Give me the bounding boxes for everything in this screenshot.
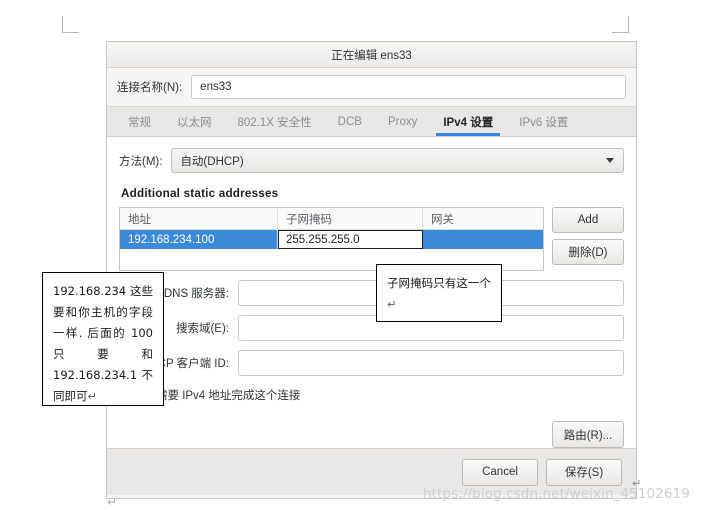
cell-gateway[interactable] [423, 230, 543, 249]
column-header-address: 地址 [120, 208, 278, 229]
csdn-watermark: https://blog.csdn.net/weixin_45102619 [423, 486, 690, 502]
addresses-area: 地址 子网掩码 网关 192.168.234.100 255.255.255.0… [119, 207, 624, 271]
tab-ipv6-settings[interactable]: IPv6 设置 [506, 107, 581, 136]
method-label: 方法(M): [119, 155, 163, 168]
cancel-button[interactable]: Cancel [462, 458, 538, 486]
tab-proxy[interactable]: Proxy [375, 107, 430, 136]
require-ipv4-label: 需要 IPv4 地址完成这个连接 [156, 390, 301, 402]
connection-editor-dialog: 正在编辑 ens33 连接名称(N): ens33 常规 以太网 802.1X … [106, 41, 637, 499]
connection-name-row: 连接名称(N): ens33 [107, 68, 636, 106]
settings-tabbar: 常规 以太网 802.1X 安全性 DCB Proxy IPv4 设置 IPv6… [107, 106, 636, 137]
dialog-body: 连接名称(N): ens33 常规 以太网 802.1X 安全性 DCB Pro… [107, 68, 636, 495]
tab-dcb[interactable]: DCB [325, 107, 375, 136]
dns-servers-row: DNS 服务器: [119, 280, 624, 306]
tab-general[interactable]: 常规 [115, 107, 164, 136]
column-header-netmask: 子网掩码 [278, 208, 423, 229]
annotation-address-note: 192.168.234 这些要和你主机的字段一样. 后面的 100 只要和 19… [42, 272, 164, 406]
document-trailing-paragraph-mark: ↵ [632, 478, 642, 490]
page-margin-mark-top-right [612, 16, 629, 33]
table-row[interactable]: 192.168.234.100 255.255.255.0 [120, 230, 543, 249]
tab-ethernet[interactable]: 以太网 [164, 107, 225, 136]
search-domains-row: 搜索域(E): [119, 315, 624, 341]
tab-8021x-security[interactable]: 802.1X 安全性 [225, 107, 325, 136]
cell-address[interactable]: 192.168.234.100 [120, 230, 278, 249]
connection-name-input[interactable]: ens33 [191, 75, 626, 99]
method-selected-value: 自动(DHCP) [180, 155, 244, 168]
dialog-titlebar: 正在编辑 ens33 [107, 42, 636, 68]
cell-netmask[interactable]: 255.255.255.0 [278, 230, 423, 249]
add-address-button[interactable]: Add [552, 207, 624, 233]
tab-ipv4-settings[interactable]: IPv4 设置 [430, 107, 506, 136]
delete-address-button[interactable]: 删除(D) [552, 239, 624, 265]
method-select[interactable]: 自动(DHCP) [171, 148, 624, 173]
annotation-netmask-note: 子网掩码只有这一个 ↵ [376, 264, 502, 322]
method-row: 方法(M): 自动(DHCP) [119, 148, 624, 173]
additional-addresses-title: Additional static addresses [121, 187, 279, 200]
dialog-title: 正在编辑 ens33 [331, 49, 412, 62]
dhcp-client-id-input[interactable] [238, 350, 624, 376]
annotation-netmask-note-text: 子网掩码只有这一个 [387, 276, 491, 290]
routes-button[interactable]: 路由(R)... [552, 421, 624, 448]
addresses-buttons: Add 删除(D) [552, 207, 624, 265]
ipv4-settings-pane: 方法(M): 自动(DHCP) Additional static addres… [107, 137, 636, 449]
page-margin-mark-top-left [62, 16, 79, 33]
dhcp-client-id-row: DHCP 客户端 ID: [119, 350, 624, 376]
connection-name-label: 连接名称(N): [117, 82, 183, 94]
annotation-address-note-text: 192.168.234 这些要和你主机的字段一样. 后面的 100 只要和 19… [53, 284, 153, 403]
addresses-table-header: 地址 子网掩码 网关 [120, 208, 543, 230]
require-ipv4-row[interactable]: 需要 IPv4 地址完成这个连接 [135, 387, 624, 403]
column-header-gateway: 网关 [431, 214, 454, 226]
annotation-address-note-mark: ↵ [87, 389, 98, 403]
routes-row: 路由(R)... [119, 421, 624, 448]
chevron-down-icon [606, 158, 614, 163]
annotation-netmask-note-mark: ↵ [387, 297, 397, 311]
addresses-table[interactable]: 地址 子网掩码 网关 192.168.234.100 255.255.255.0 [119, 207, 544, 271]
save-button[interactable]: 保存(S) [546, 458, 622, 486]
